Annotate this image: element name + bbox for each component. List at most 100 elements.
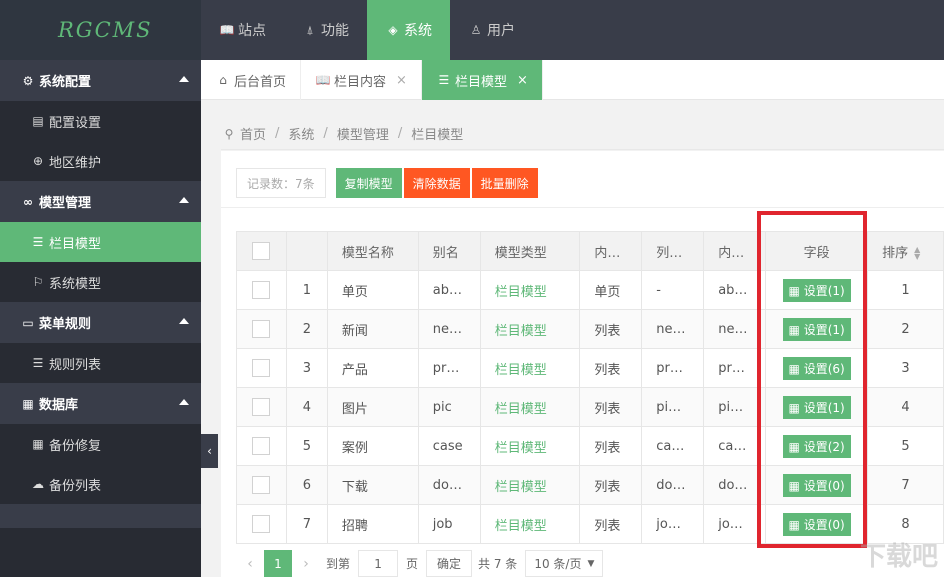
model-type-link[interactable]: 栏目模型 [495,402,547,417]
model-alias: job [418,505,480,544]
sidebar-item-backup-restore[interactable]: ▦ 备份修复 [0,424,201,464]
prev-page-button[interactable]: ‹ [236,550,264,577]
model-name: 案例 [327,427,418,466]
column-header[interactable]: 模型名称 [327,232,418,271]
row-checkbox[interactable] [252,476,270,494]
model-type-link[interactable]: 栏目模型 [495,324,547,339]
row-select-cell [237,505,287,544]
model-alias: ne… [418,310,480,349]
list-cell: ne… [642,310,704,349]
topnav-label: 站点 [238,20,266,40]
row-checkbox[interactable] [252,515,270,533]
model-type-link[interactable]: 栏目模型 [495,441,547,456]
sidebar-group-model-manage[interactable]: ∞ 模型管理 [0,181,201,222]
close-icon[interactable]: × [396,73,407,88]
breadcrumb-item[interactable]: 系统 [288,124,314,143]
topnav-user[interactable]: ♙ 用户 [450,0,533,60]
column-header[interactable]: 别名 [418,232,480,271]
sort-header[interactable]: 排序 ▲▼ [868,232,944,271]
drop-icon: ⍋ [302,23,318,38]
tab-home[interactable]: ⌂ 后台首页 [201,60,301,100]
breadcrumb-item[interactable]: 模型管理 [337,124,389,143]
model-type-link[interactable]: 栏目模型 [495,519,547,534]
tab-column-content[interactable]: 📖 栏目内容 × [301,60,422,100]
tab-bar: ⌂ 后台首页 📖 栏目内容 × ☰ 栏目模型 × [201,60,944,100]
model-type-cell: 栏目模型 [480,310,580,349]
page-input[interactable]: 1 [358,550,398,577]
sidebar-item-column-model[interactable]: ☰ 栏目模型 [0,222,201,262]
content-cell: 列表 [580,505,642,544]
row-index: 2 [286,310,327,349]
book-icon: 📖 [315,73,331,87]
column-header-label: 排序 [882,246,908,261]
list-cell: pr… [642,349,704,388]
column-header[interactable]: 模型类型 [480,232,580,271]
sidebar-item-label: 备份修复 [49,435,101,454]
row-checkbox[interactable] [252,281,270,299]
flag-icon: ⚐ [30,275,46,289]
sidebar-item-label: 配置设置 [49,112,101,131]
divider [221,207,944,208]
sort-icon[interactable]: ▲▼ [914,246,920,260]
confirm-button[interactable]: 确定 [426,550,472,577]
model-type-link[interactable]: 栏目模型 [495,285,547,300]
topnav-system[interactable]: ◈ 系统 [367,0,450,60]
per-page-value: 10 条/页 [534,555,581,572]
topnav-function[interactable]: ⍋ 功能 [284,0,367,60]
sidebar-item-label: 地区维护 [49,152,101,171]
sidebar-item-config-settings[interactable]: ▤ 配置设置 [0,101,201,141]
column-header[interactable]: 内… [580,232,642,271]
model-type-link[interactable]: 栏目模型 [495,480,547,495]
current-page[interactable]: 1 [264,550,292,577]
row-checkbox[interactable] [252,359,270,377]
sidebar-group-label: 模型管理 [39,192,91,211]
model-type-cell: 栏目模型 [480,388,580,427]
select-all-cell [237,232,287,271]
caret-up-icon [179,76,189,82]
tab-label: 栏目模型 [455,71,507,90]
next-page-button[interactable]: › [292,550,320,577]
sidebar-item-backup-list[interactable]: ☁ 备份列表 [0,464,201,504]
record-count: 记录数：7条 [236,168,326,198]
model-name: 图片 [327,388,418,427]
copy-model-button[interactable]: 复制模型 [336,168,402,198]
sidebar-group-system-config[interactable]: ⚙ 系统配置 [0,60,201,101]
globe-icon: ⊕ [30,154,46,168]
sidebar-item-rule-list[interactable]: ☰ 规则列表 [0,343,201,383]
list-cell: ca… [642,427,704,466]
select-all-checkbox[interactable] [252,242,270,260]
sidebar-group-menu-rules[interactable]: ▭ 菜单规则 [0,302,201,343]
batch-delete-button[interactable]: 批量删除 [472,168,538,198]
link-icon: ∞ [20,195,36,209]
home-icon: ⌂ [215,73,231,87]
chevron-left-icon: ‹ [207,444,212,458]
logo[interactable]: RGCMS [0,0,201,60]
sort-value: 1 [868,271,944,310]
content-cell: 单页 [580,271,642,310]
row-select-cell [237,310,287,349]
model-type-link[interactable]: 栏目模型 [495,363,547,378]
collapse-sidebar-button[interactable]: ‹ [201,434,218,468]
model-name: 单页 [327,271,418,310]
sidebar-item-system-model[interactable]: ⚐ 系统模型 [0,262,201,302]
breadcrumb-item[interactable]: 首页 [240,124,266,143]
sidebar-group-database[interactable]: ▦ 数据库 [0,383,201,424]
list-icon: ☰ [30,235,46,249]
content-cell: 列表 [580,388,642,427]
row-checkbox[interactable] [252,437,270,455]
list-cell: - [642,271,704,310]
close-icon[interactable]: × [517,73,528,88]
row-select-cell [237,349,287,388]
tab-column-model[interactable]: ☰ 栏目模型 × [422,60,543,100]
sort-value: 2 [868,310,944,349]
pagination: ‹ 1 › 到第 1 页 确定 共 7 条 10 条/页▼ [236,550,603,577]
clear-data-button[interactable]: 清除数据 [404,168,470,198]
model-type-cell: 栏目模型 [480,466,580,505]
row-checkbox[interactable] [252,320,270,338]
column-header[interactable]: 列… [642,232,704,271]
top-nav: 📖 站点 ⍋ 功能 ◈ 系统 ♙ 用户 [201,0,944,60]
row-checkbox[interactable] [252,398,270,416]
sidebar-item-region[interactable]: ⊕ 地区维护 [0,141,201,181]
topnav-site[interactable]: 📖 站点 [201,0,284,60]
per-page-select[interactable]: 10 条/页▼ [525,550,603,577]
